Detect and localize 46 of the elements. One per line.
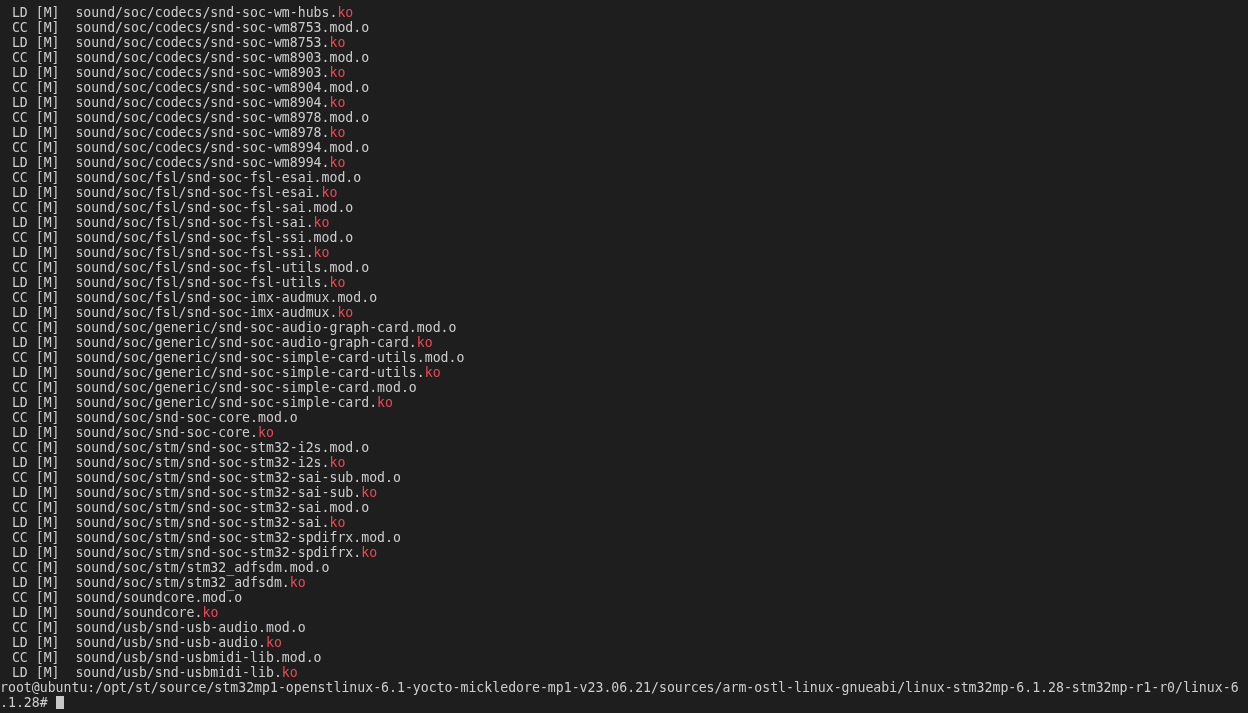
build-output-line: CC [M] sound/soc/codecs/snd-soc-wm8994.mod.o	[11, 140, 370, 155]
build-output-line: LD [M] sound/soc/snd-soc-core.ko	[11, 425, 274, 440]
build-output-line: CC [M] sound/soc/snd-soc-core.mod.o	[11, 410, 298, 425]
build-output-line: LD [M] sound/soc/codecs/snd-soc-wm-hubs.ko	[11, 5, 354, 20]
build-output-line: LD [M] sound/soc/fsl/snd-soc-fsl-utils.ko	[11, 275, 346, 290]
build-output-line: CC [M] sound/soc/generic/snd-soc-audio-graph-card.mod.o	[11, 320, 457, 335]
build-output-line: CC [M] sound/soc/stm/snd-soc-stm32-spdifrx.mod.o	[11, 530, 401, 545]
build-output-line: CC [M] sound/soc/fsl/snd-soc-imx-audmux.mod.o	[11, 290, 378, 305]
build-output-line: LD [M] sound/soc/codecs/snd-soc-wm8904.ko	[11, 95, 346, 110]
shell-prompt: root@ubuntu:/opt/st/source/stm32mp1-openstlinux-6.1-yocto-mickledore-mp1-v23.06.21/sources/arm-ostl-linux-gnueabi/linux-stm32mp-6.1.28-stm32mp-r1-r0/linux-6.1.28#	[0, 680, 1239, 710]
build-output-line: LD [M] sound/soc/generic/snd-soc-audio-graph-card.ko	[11, 335, 433, 350]
build-output-line: CC [M] sound/soc/codecs/snd-soc-wm8753.mod.o	[11, 20, 370, 35]
build-output-line: CC [M] sound/soc/fsl/snd-soc-fsl-esai.mod.o	[11, 170, 362, 185]
build-output-line: LD [M] sound/soc/generic/snd-soc-simple-card-utils.ko	[11, 365, 441, 380]
build-output-line: LD [M] sound/soc/stm/stm32_adfsdm.ko	[11, 575, 306, 590]
build-output-line: LD [M] sound/soundcore.ko	[11, 605, 219, 620]
build-output-line: CC [M] sound/soc/stm/snd-soc-stm32-sai.mod.o	[11, 500, 370, 515]
build-output-line: CC [M] sound/soc/codecs/snd-soc-wm8903.mod.o	[11, 50, 370, 65]
build-output-line: LD [M] sound/soc/stm/snd-soc-stm32-sai.ko	[11, 515, 346, 530]
build-output-line: CC [M] sound/soc/fsl/snd-soc-fsl-utils.mod.o	[11, 260, 370, 275]
build-output-line: LD [M] sound/soc/stm/snd-soc-stm32-i2s.ko	[11, 455, 346, 470]
build-output-line: CC [M] sound/soc/fsl/snd-soc-fsl-ssi.mod.o	[11, 230, 354, 245]
build-output-line: LD [M] sound/soc/codecs/snd-soc-wm8903.ko	[11, 65, 346, 80]
build-output-line: LD [M] sound/soc/generic/snd-soc-simple-card.ko	[11, 395, 393, 410]
build-output-line: CC [M] sound/soc/generic/snd-soc-simple-card-utils.mod.o	[11, 350, 465, 365]
build-output-line: LD [M] sound/usb/snd-usb-audio.ko	[11, 635, 282, 650]
build-output-line: CC [M] sound/usb/snd-usbmidi-lib.mod.o	[11, 650, 322, 665]
build-output-line: CC [M] sound/soc/fsl/snd-soc-fsl-sai.mod.o	[11, 200, 354, 215]
build-output-line: LD [M] sound/soc/codecs/snd-soc-wm8978.ko	[11, 125, 346, 140]
build-output-line: CC [M] sound/soc/stm/snd-soc-stm32-i2s.mod.o	[11, 440, 370, 455]
build-output-line: LD [M] sound/soc/fsl/snd-soc-fsl-sai.ko	[11, 215, 330, 230]
build-output-line: CC [M] sound/soc/codecs/snd-soc-wm8904.mod.o	[11, 80, 370, 95]
build-output-line: LD [M] sound/soc/fsl/snd-soc-imx-audmux.ko	[11, 305, 354, 320]
build-output-line: LD [M] sound/soc/codecs/snd-soc-wm8994.ko	[11, 155, 346, 170]
build-output-line: LD [M] sound/soc/fsl/snd-soc-fsl-esai.ko	[11, 185, 338, 200]
build-output-line: LD [M] sound/soc/stm/snd-soc-stm32-spdifrx.ko	[11, 545, 378, 560]
build-output-line: CC [M] sound/soc/stm/stm32_adfsdm.mod.o	[11, 560, 330, 575]
build-output-line: LD [M] sound/soc/fsl/snd-soc-fsl-ssi.ko	[11, 245, 330, 260]
build-output-line: CC [M] sound/soc/stm/snd-soc-stm32-sai-sub.mod.o	[11, 470, 401, 485]
build-output-line: CC [M] sound/usb/snd-usb-audio.mod.o	[11, 620, 306, 635]
build-output-line: LD [M] sound/soc/stm/snd-soc-stm32-sai-sub.ko	[11, 485, 378, 500]
build-output-line: CC [M] sound/soc/codecs/snd-soc-wm8978.mod.o	[11, 110, 370, 125]
build-output-line: LD [M] sound/soc/codecs/snd-soc-wm8753.ko	[11, 35, 346, 50]
build-output-line: CC [M] sound/soc/generic/snd-soc-simple-card.mod.o	[11, 380, 417, 395]
build-output-line: LD [M] sound/usb/snd-usbmidi-lib.ko	[11, 665, 298, 680]
build-output-line: CC [M] sound/soundcore.mod.o	[11, 590, 243, 605]
